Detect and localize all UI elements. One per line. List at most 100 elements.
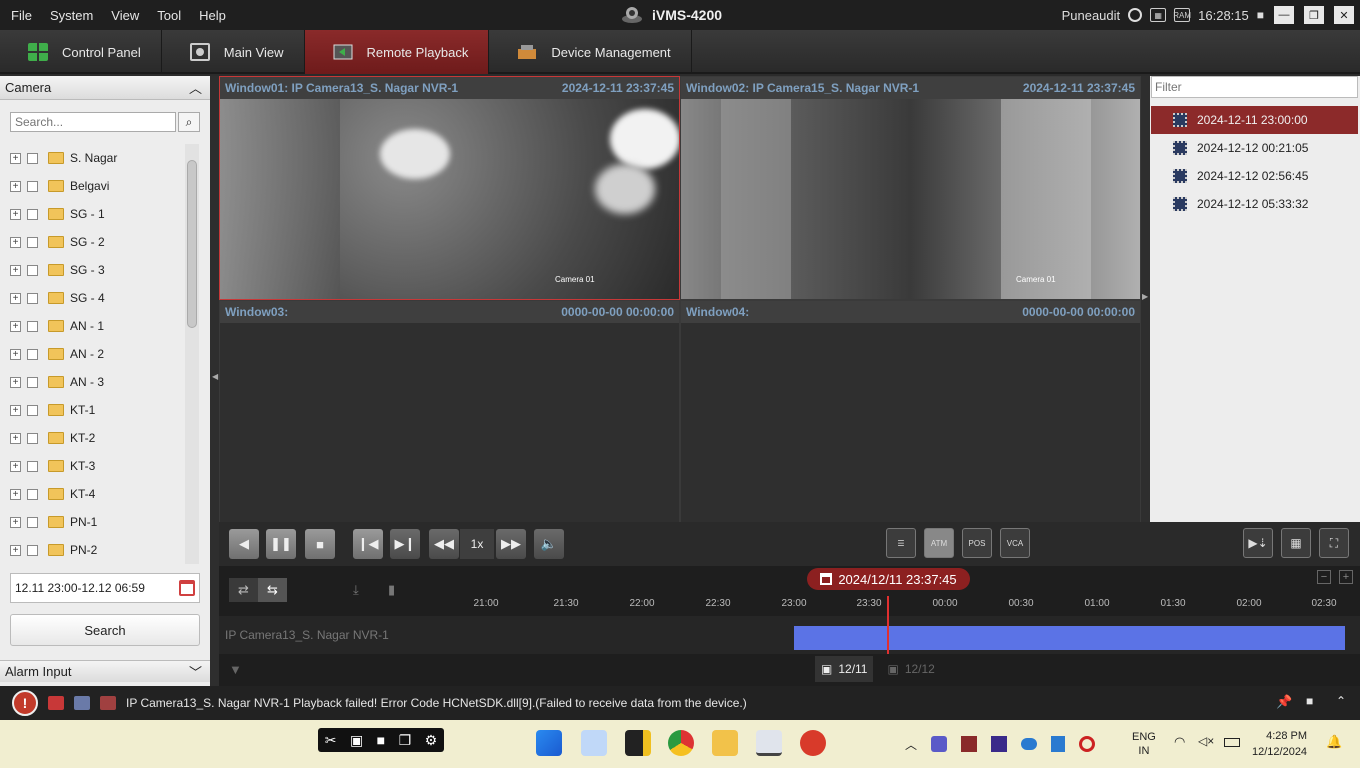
collapse-left-icon[interactable]: ◀ (212, 372, 218, 381)
bookmark-icon[interactable]: ▮ (388, 582, 395, 598)
wifi-icon[interactable]: ◠ (1174, 734, 1185, 750)
tray-app-icon[interactable] (991, 736, 1008, 752)
warning-icon[interactable]: ! (12, 690, 38, 716)
checkbox[interactable] (27, 404, 38, 416)
day-tab-1211[interactable]: ▣ 12/11 (815, 656, 874, 682)
minimize-button[interactable]: — (1274, 6, 1294, 24)
sticky-notes-icon[interactable] (625, 730, 651, 756)
expand-icon[interactable]: + (10, 152, 21, 164)
time-range-field[interactable]: 12.11 23:00-12.12 06:59 (10, 573, 200, 603)
tab-remote-playback[interactable]: Remote Playback (304, 30, 490, 74)
settings-gear-icon[interactable]: ⚙ (425, 732, 438, 749)
day-tab-1212[interactable]: ▣ 12/12 (881, 656, 940, 682)
checkbox[interactable] (27, 516, 38, 528)
checkbox[interactable] (27, 236, 38, 248)
chevron-down-icon[interactable]: ﹀ (189, 662, 202, 681)
expand-icon[interactable]: + (10, 376, 21, 388)
tree-item[interactable]: + SG - 4 (10, 284, 185, 312)
event-icon[interactable] (74, 696, 90, 710)
globe-icon[interactable] (1128, 8, 1143, 22)
fullscreen-button[interactable]: ⛶ (1319, 528, 1349, 558)
video-window-4[interactable]: Window04: 0000-00-00 00:00:00 (681, 301, 1140, 522)
tree-item[interactable]: + SG - 2 (10, 228, 185, 256)
expand-icon[interactable]: + (10, 488, 21, 500)
expand-icon[interactable]: + (10, 432, 21, 444)
tree-item[interactable]: + S. Nagar (10, 144, 185, 172)
checkbox[interactable] (27, 208, 38, 220)
start-icon[interactable] (536, 730, 562, 756)
snipping-tool-icon[interactable] (581, 730, 607, 756)
zoom-out-button[interactable]: − (1317, 570, 1331, 584)
speed-up-button[interactable]: ▶▶ (496, 529, 526, 559)
video-window-2[interactable]: Window02: IP Camera15_S. Nagar NVR-1 202… (681, 77, 1140, 299)
filter-icon[interactable]: ▼ (229, 662, 242, 677)
user-name[interactable]: Puneaudit (1062, 8, 1121, 23)
collapse-right-icon[interactable]: ▶ (1142, 292, 1148, 301)
tree-item[interactable]: + KT-1 (10, 396, 185, 424)
close-button[interactable]: ✕ (1334, 6, 1354, 24)
lock-icon[interactable]: ■ (1257, 8, 1264, 22)
scroll-thumb[interactable] (187, 160, 197, 328)
checkbox[interactable] (27, 460, 38, 472)
tab-control-panel[interactable]: Control Panel (0, 30, 162, 74)
expand-icon[interactable]: + (10, 320, 21, 332)
tree-scrollbar[interactable] (185, 144, 199, 564)
tree-item[interactable]: + KT-3 (10, 452, 185, 480)
checkbox[interactable] (27, 348, 38, 360)
menu-help[interactable]: Help (190, 8, 235, 23)
sync-icon[interactable]: ⇄ (229, 578, 258, 602)
checkbox[interactable] (27, 320, 38, 332)
teams-icon[interactable] (931, 736, 948, 752)
taskbar-clock[interactable]: 4:28 PM 12/12/2024 (1252, 728, 1307, 760)
expand-icon[interactable]: + (10, 236, 21, 248)
wps-office-icon[interactable] (800, 730, 826, 756)
timeline-track[interactable]: IP Camera13_S. Nagar NVR-1 (219, 616, 1360, 654)
expand-icon[interactable]: + (10, 292, 21, 304)
menu-system[interactable]: System (41, 8, 102, 23)
checkbox[interactable] (27, 432, 38, 444)
notification-bell-icon[interactable]: 🔔 (1326, 734, 1342, 750)
menu-file[interactable]: File (2, 8, 41, 23)
menu-view[interactable]: View (102, 8, 148, 23)
expand-icon[interactable]: + (10, 208, 21, 220)
expand-icon[interactable]: + (10, 348, 21, 360)
chrome-icon[interactable] (668, 730, 694, 756)
download-icon[interactable]: ⤓ (353, 582, 359, 598)
security-shield-icon[interactable] (1051, 736, 1066, 752)
video-record-icon[interactable]: ■ (377, 732, 385, 748)
file-explorer-icon[interactable] (712, 730, 738, 756)
event-search-button[interactable]: ☰ (886, 528, 916, 558)
tree-item[interactable]: + SG - 3 (10, 256, 185, 284)
tree-item[interactable]: + Belgavi (10, 172, 185, 200)
search-button[interactable]: Search (10, 614, 200, 646)
expand-icon[interactable]: + (10, 180, 21, 192)
tab-device-management[interactable]: Device Management (489, 30, 692, 74)
camera-panel-header[interactable]: Camera ︿ (0, 76, 210, 100)
atm-button[interactable]: ATM (924, 528, 954, 558)
video-window-3[interactable]: Window03: 0000-00-00 00:00:00 (220, 301, 679, 522)
step-forward-button[interactable]: ▶❙ (390, 529, 420, 559)
right-collapse-handle[interactable]: ▶ (1141, 76, 1150, 522)
restore-button[interactable]: ❐ (1304, 6, 1324, 24)
expand-icon[interactable]: + (10, 544, 21, 556)
battery-icon[interactable] (1224, 738, 1240, 747)
tree-item[interactable]: + PN-1 (10, 508, 185, 536)
search-icon[interactable]: ⌕ (178, 112, 200, 132)
onedrive-icon[interactable] (1021, 738, 1038, 750)
tree-item[interactable]: + AN - 1 (10, 312, 185, 340)
checkbox[interactable] (27, 264, 38, 276)
camera-search-input[interactable] (10, 112, 176, 132)
alarm-sound-icon[interactable] (48, 696, 64, 710)
tray-app-icon[interactable] (961, 736, 978, 752)
tree-item[interactable]: + SG - 1 (10, 200, 185, 228)
tree-item[interactable]: + KT-4 (10, 480, 185, 508)
tree-item[interactable]: + AN - 3 (10, 368, 185, 396)
menu-tool[interactable]: Tool (148, 8, 190, 23)
recording-segment[interactable] (794, 626, 1345, 650)
record-item[interactable]: 2024-12-12 00:21:05 (1151, 134, 1358, 162)
pos-button[interactable]: POS (962, 528, 992, 558)
timeline-cursor[interactable] (887, 596, 889, 654)
record-item[interactable]: 2024-12-12 05:33:32 (1151, 190, 1358, 218)
tree-item[interactable]: + AN - 2 (10, 340, 185, 368)
volume-mute-button[interactable]: 🔈 (534, 529, 564, 559)
